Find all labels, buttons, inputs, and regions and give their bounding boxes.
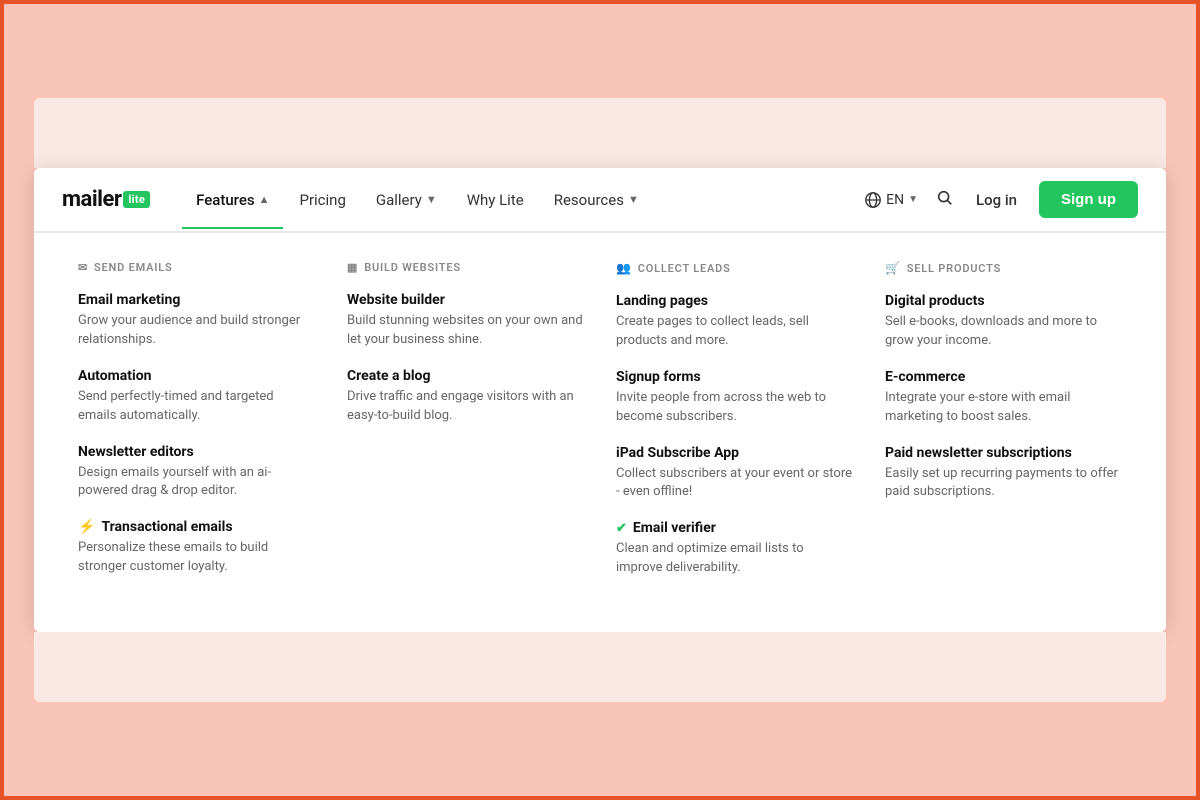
col-collect-leads: 👥 COLLECT LEADS Landing pages Create pag… [600,261,869,596]
menu-digital-products[interactable]: Digital products Sell e-books, downloads… [885,293,1122,351]
ipad-subscribe-desc: Collect subscribers at your event or sto… [616,465,853,503]
menu-email-marketing[interactable]: Email marketing Grow your audience and b… [78,292,315,350]
menu-email-verifier[interactable]: ✔ Email verifier Clean and optimize emai… [616,520,853,578]
signup-forms-desc: Invite people from across the web to bec… [616,389,853,427]
sell-products-label: SELL PRODUCTS [907,262,1001,275]
lang-label: EN [886,192,904,208]
nav-links: Features ▲ Pricing Gallery ▼ Why Lite Re… [182,171,856,229]
ecommerce-desc: Integrate your e-store with email market… [885,389,1122,427]
transactional-emails-title: ⚡ Transactional emails [78,519,315,535]
col-build-websites: ▦ BUILD WEBSITES Website builder Build s… [331,261,600,596]
menu-ecommerce[interactable]: E-commerce Integrate your e-store with e… [885,369,1122,427]
menu-automation[interactable]: Automation Send perfectly-timed and targ… [78,368,315,426]
landing-pages-desc: Create pages to collect leads, sell prod… [616,313,853,351]
build-websites-icon: ▦ [347,261,358,274]
col-sell-products: 🛒 SELL PRODUCTS Digital products Sell e-… [869,261,1138,596]
logo-lite-badge: lite [123,191,150,208]
ecommerce-title: E-commerce [885,369,1122,385]
nav-resources[interactable]: Resources ▼ [540,171,653,229]
menu-ipad-subscribe[interactable]: iPad Subscribe App Collect subscribers a… [616,445,853,503]
automation-desc: Send perfectly-timed and targeted emails… [78,388,315,426]
paid-newsletter-title: Paid newsletter subscriptions [885,445,1122,461]
website-builder-desc: Build stunning websites on your own and … [347,312,584,350]
ipad-subscribe-title: iPad Subscribe App [616,445,853,461]
send-emails-icon: ✉ [78,261,88,274]
website-builder-title: Website builder [347,292,584,308]
features-dropdown: ✉ SEND EMAILS Email marketing Grow your … [34,232,1166,632]
logo-mailer-text: mailer [62,187,121,212]
email-marketing-title: Email marketing [78,292,315,308]
digital-products-title: Digital products [885,293,1122,309]
menu-website-builder[interactable]: Website builder Build stunning websites … [347,292,584,350]
email-verifier-desc: Clean and optimize email lists to improv… [616,540,853,578]
nav-gallery-label: Gallery [376,191,422,209]
collect-leads-icon: 👥 [616,261,632,275]
menu-newsletter-editors[interactable]: Newsletter editors Design emails yoursel… [78,444,315,502]
newsletter-editors-desc: Design emails yourself with an ai-powere… [78,464,315,502]
lang-chevron-icon: ▼ [908,194,918,205]
automation-title: Automation [78,368,315,384]
col-send-emails: ✉ SEND EMAILS Email marketing Grow your … [62,261,331,596]
create-blog-desc: Drive traffic and engage visitors with a… [347,388,584,426]
nav-gallery[interactable]: Gallery ▼ [362,171,451,229]
signup-forms-title: Signup forms [616,369,853,385]
nav-features[interactable]: Features ▲ [182,171,283,229]
login-button[interactable]: Log in [964,183,1029,217]
transactional-badge: ⚡ [78,519,95,535]
gallery-chevron-icon: ▼ [426,193,437,206]
email-verifier-title: ✔ Email verifier [616,520,853,536]
sell-products-icon: 🛒 [885,261,901,275]
nav-why-lite-label: Why Lite [467,191,524,209]
menu-landing-pages[interactable]: Landing pages Create pages to collect le… [616,293,853,351]
digital-products-desc: Sell e-books, downloads and more to grow… [885,313,1122,351]
menu-create-blog[interactable]: Create a blog Drive traffic and engage v… [347,368,584,426]
collect-leads-label: COLLECT LEADS [638,262,731,275]
email-marketing-desc: Grow your audience and build stronger re… [78,312,315,350]
email-verifier-badge: ✔ [616,521,627,536]
nav-pricing[interactable]: Pricing [285,171,359,229]
globe-icon [864,191,882,209]
features-chevron-icon: ▲ [259,193,270,206]
nav-resources-label: Resources [554,191,624,209]
col-build-websites-header: ▦ BUILD WEBSITES [347,261,584,274]
language-selector[interactable]: EN ▼ [856,185,926,215]
search-button[interactable] [936,189,954,211]
col-collect-leads-header: 👥 COLLECT LEADS [616,261,853,275]
newsletter-editors-title: Newsletter editors [78,444,315,460]
signup-button[interactable]: Sign up [1039,181,1138,218]
search-icon [936,189,954,207]
create-blog-title: Create a blog [347,368,584,384]
paid-newsletter-desc: Easily set up recurring payments to offe… [885,465,1122,503]
nav-pricing-label: Pricing [299,191,345,209]
col-sell-products-header: 🛒 SELL PRODUCTS [885,261,1122,275]
col-send-emails-header: ✉ SEND EMAILS [78,261,315,274]
navbar: mailer lite Features ▲ Pricing Gallery ▼… [34,168,1166,232]
menu-signup-forms[interactable]: Signup forms Invite people from across t… [616,369,853,427]
nav-why-lite[interactable]: Why Lite [453,171,538,229]
menu-transactional-emails[interactable]: ⚡ Transactional emails Personalize these… [78,519,315,577]
send-emails-label: SEND EMAILS [94,261,173,274]
build-websites-label: BUILD WEBSITES [364,261,461,274]
dropdown-grid: ✉ SEND EMAILS Email marketing Grow your … [62,261,1138,596]
nav-features-label: Features [196,191,254,209]
menu-paid-newsletter[interactable]: Paid newsletter subscriptions Easily set… [885,445,1122,503]
nav-right: EN ▼ Log in Sign up [856,181,1138,218]
landing-pages-title: Landing pages [616,293,853,309]
transactional-emails-desc: Personalize these emails to build strong… [78,539,315,577]
resources-chevron-icon: ▼ [628,193,639,206]
logo[interactable]: mailer lite [62,187,150,212]
